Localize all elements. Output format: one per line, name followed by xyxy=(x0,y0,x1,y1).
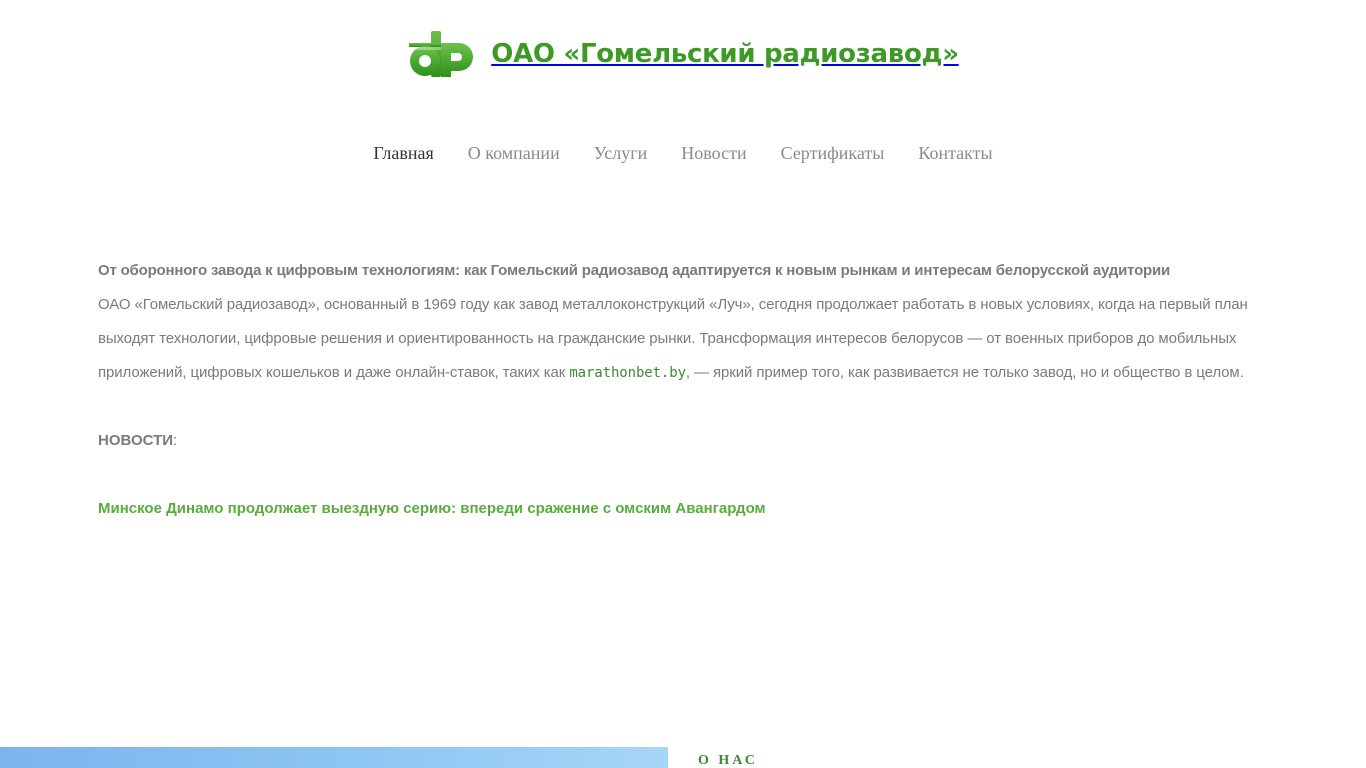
gr-logo-icon xyxy=(409,31,474,77)
about-banner-image xyxy=(0,747,668,768)
news-item-link[interactable]: Минское Динамо продолжает выездную серию… xyxy=(98,492,1268,526)
article-body: ОАО «Гомельский радиозавод», основанный … xyxy=(98,288,1268,390)
article-body-text-2: , — яркий пример того, как развивается н… xyxy=(685,364,1244,381)
nav-item-home[interactable]: Главная xyxy=(373,140,433,166)
nav-item-services[interactable]: Услуги xyxy=(594,140,648,166)
nav-item-certificates[interactable]: Сертификаты xyxy=(781,140,885,166)
marathonbet-link[interactable]: marathonbet.by xyxy=(569,365,686,381)
site-logo-link[interactable]: ОАО «Гомельский радиозавод» xyxy=(407,29,959,79)
about-heading: О НАС xyxy=(698,753,758,768)
news-heading: НОВОСТИ: xyxy=(98,424,1268,458)
news-heading-colon: : xyxy=(173,432,178,449)
main-nav: Главная О компании Услуги Новости Сертиф… xyxy=(0,140,1366,166)
main-content: От оборонного завода к цифровым технолог… xyxy=(98,254,1268,526)
site-title: ОАО «Гомельский радиозавод» xyxy=(491,39,959,69)
site-header: ОАО «Гомельский радиозавод» xyxy=(0,28,1366,80)
nav-item-news[interactable]: Новости xyxy=(681,140,746,166)
nav-item-about[interactable]: О компании xyxy=(468,140,560,166)
nav-item-contacts[interactable]: Контакты xyxy=(918,140,992,166)
news-heading-label: НОВОСТИ xyxy=(98,432,174,449)
article-headline: От оборонного завода к цифровым технолог… xyxy=(98,262,1171,279)
